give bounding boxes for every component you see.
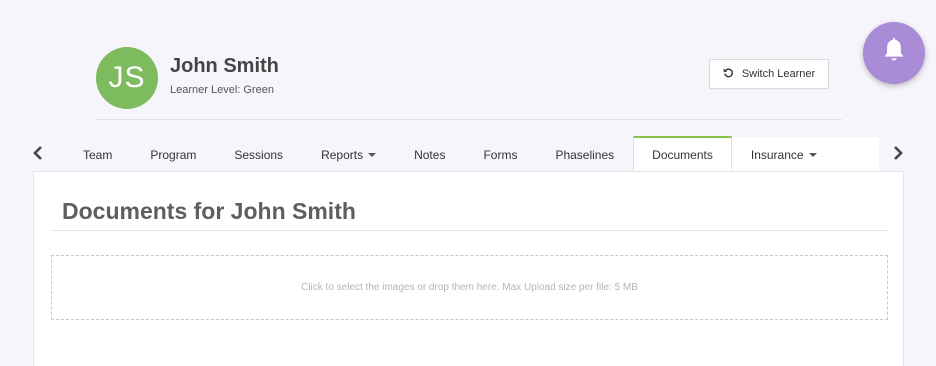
learner-page: JS John Smith Learner Level: Green Switc… (0, 0, 936, 366)
notifications-button[interactable] (863, 22, 925, 84)
tab-label: Program (150, 147, 197, 162)
tab-label: Notes (414, 147, 446, 162)
tab-team[interactable]: Team (64, 136, 131, 172)
upload-dropzone[interactable]: Click to select the images or drop them … (51, 255, 888, 320)
avatar: JS (96, 47, 158, 109)
learner-level: Learner Level: Green (170, 84, 274, 96)
tab-label: Insurance (750, 147, 804, 162)
learner-name: John Smith (170, 55, 279, 77)
tab-documents[interactable]: Documents (633, 136, 732, 172)
tab-label: Forms (483, 147, 518, 162)
tab-label: Team (83, 147, 113, 162)
tab-phaselines[interactable]: Phaselines (536, 136, 633, 172)
switch-learner-button[interactable]: Switch Learner (709, 59, 829, 89)
caret-down-icon (808, 153, 817, 157)
tab-label: Phaselines (555, 147, 615, 162)
chevron-right-icon (892, 145, 904, 166)
tab-forms[interactable]: Forms (464, 136, 536, 172)
dropzone-text: Click to select the images or drop them … (301, 282, 638, 293)
chevron-left-icon (32, 145, 44, 166)
tab-label: Reports (321, 147, 364, 162)
tab-label: Documents (652, 148, 713, 162)
refresh-icon (723, 67, 734, 81)
tab-reports[interactable]: Reports (302, 136, 395, 172)
tab-program[interactable]: Program (131, 136, 215, 172)
tab-label: Sessions (234, 147, 284, 162)
switch-learner-label: Switch Learner (741, 68, 816, 80)
tab-insurance[interactable]: Insurance (732, 136, 836, 172)
documents-panel: Documents for John Smith Click to select… (33, 171, 904, 366)
tabs-scroll-left[interactable] (30, 145, 46, 165)
header-divider (96, 119, 842, 120)
page-title: Documents for John Smith (62, 198, 356, 224)
avatar-initials: JS (108, 61, 146, 94)
tab-notes[interactable]: Notes (395, 136, 464, 172)
caret-down-icon (368, 153, 377, 157)
title-divider (51, 230, 888, 231)
bell-icon (879, 36, 909, 71)
tab-sessions[interactable]: Sessions (215, 136, 302, 172)
tabs-scroll-right[interactable] (890, 145, 906, 165)
tab-bar: Team Program Sessions Reports Notes Forms Phas… (64, 136, 836, 172)
